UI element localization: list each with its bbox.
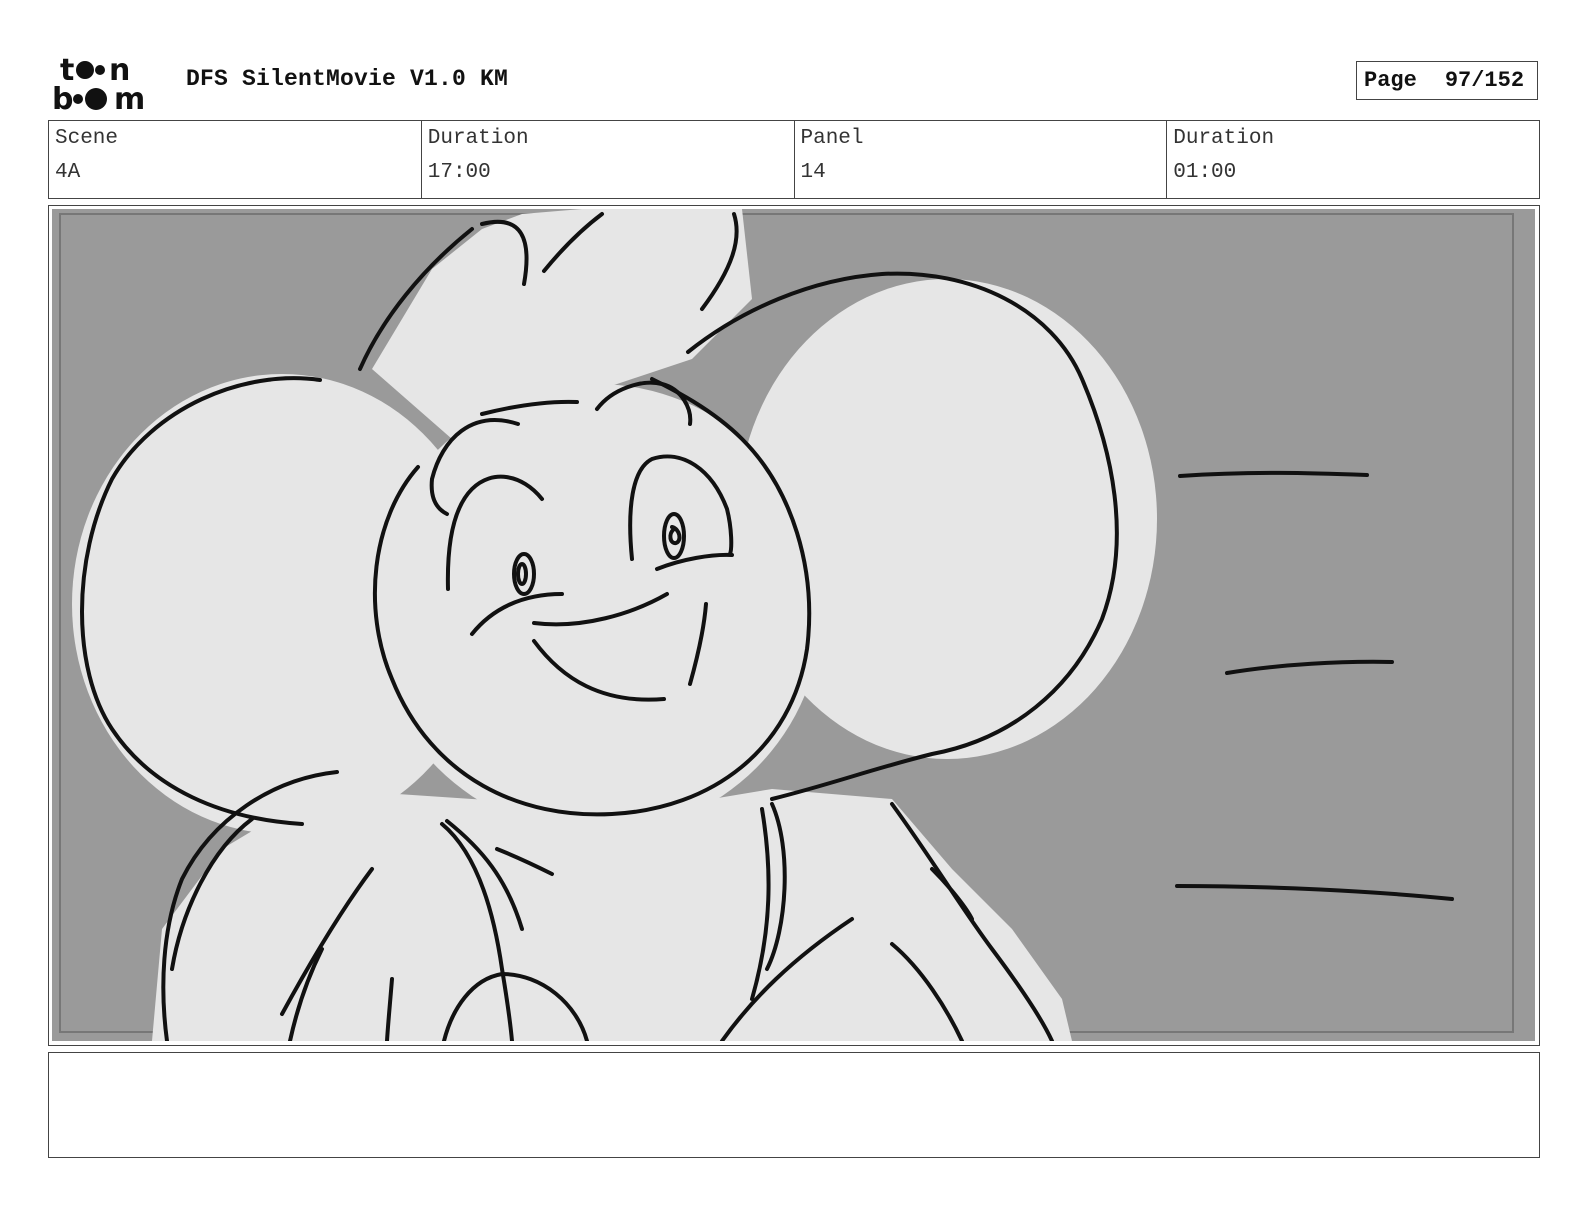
project-title: DFS SilentMovie V1.0 KM (186, 66, 509, 92)
panel-drawing (52, 209, 1535, 1041)
panel-duration-cell: Duration 01:00 (1167, 121, 1539, 198)
page-label: Page (1364, 68, 1417, 93)
storyboard-panel (48, 205, 1540, 1046)
svg-text:b: b (52, 82, 73, 112)
scene-duration-cell: Duration 17:00 (422, 121, 795, 198)
panel-notes-box (48, 1052, 1540, 1158)
toon-boom-logo: t n b m (52, 53, 145, 112)
scene-duration-value: 17:00 (427, 161, 491, 184)
panel-cell: Panel 14 (795, 121, 1168, 198)
panel-label: Panel (800, 127, 864, 150)
panel-duration-value: 01:00 (1173, 161, 1237, 184)
page-number: 97/152 (1444, 68, 1525, 93)
scene-label: Scene (55, 127, 119, 150)
panel-value: 14 (800, 161, 826, 184)
panel-duration-label: Duration (1173, 127, 1275, 150)
scene-value: 4A (55, 161, 81, 184)
scene-duration-label: Duration (427, 127, 529, 150)
page-indicator: Page 97/152 (1356, 61, 1538, 100)
scene-cell: Scene 4A (49, 121, 422, 198)
svg-text:m: m (114, 82, 145, 112)
panel-info-table: Scene 4A Duration 17:00 Panel 14 Duratio… (48, 120, 1540, 199)
